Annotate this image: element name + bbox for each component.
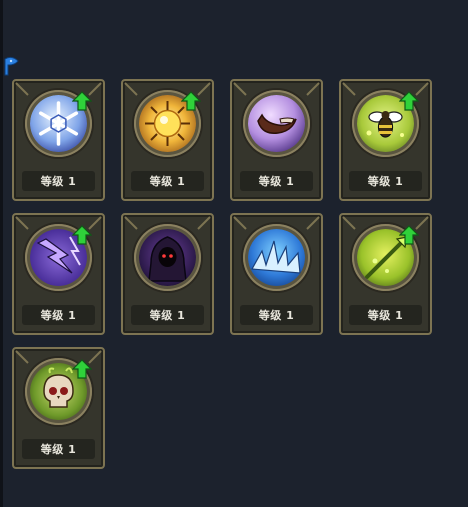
dark-reaper-icon — [139, 229, 196, 286]
upgrade-arrow-icon — [399, 91, 419, 111]
skill-card-golden-light-orb[interactable]: 等级 1 — [121, 79, 214, 201]
skill-level-label: 等级 1 — [349, 305, 422, 325]
skill-card-toxic-skull[interactable]: 等级 1 — [12, 347, 105, 469]
skill-card-ice-shards[interactable]: 等级 1 — [230, 213, 323, 335]
skill-level-label: 等级 1 — [131, 305, 204, 325]
skill-card-poison-spear[interactable]: 等级 1 — [339, 213, 432, 335]
skill-orb-frame — [134, 224, 201, 291]
skill-card-purple-lightning[interactable]: 等级 1 — [12, 213, 105, 335]
skill-level-label: 等级 1 — [22, 439, 95, 459]
skill-orb-frame — [243, 224, 310, 291]
upgrade-arrow-icon — [72, 91, 92, 111]
skill-card-dark-reaper[interactable]: 等级 1 — [121, 213, 214, 335]
skill-level-label: 等级 1 — [240, 305, 313, 325]
upgrade-arrow-icon — [181, 91, 201, 111]
skill-orb-frame — [243, 90, 310, 157]
blue-flag-marker-icon — [4, 56, 19, 76]
skill-card-ice-snowflake[interactable]: 等级 1 — [12, 79, 105, 201]
ice-shards-icon — [248, 229, 305, 286]
skill-card-boomerang-blade[interactable]: 等级 1 — [230, 79, 323, 201]
skill-level-label: 等级 1 — [349, 171, 422, 191]
boomerang-blade-icon — [248, 95, 305, 152]
skill-card-firefly-bee[interactable]: 等级 1 — [339, 79, 432, 201]
skill-level-label: 等级 1 — [240, 171, 313, 191]
upgrade-arrow-icon — [399, 225, 419, 245]
skill-level-label: 等级 1 — [22, 305, 95, 325]
skill-level-label: 等级 1 — [131, 171, 204, 191]
skill-grid: 等级 1 等级 1 等级 1 等级 1 等级 1 等级 1 等级 1 等级 1 … — [12, 79, 432, 469]
upgrade-arrow-icon — [72, 225, 92, 245]
skill-level-label: 等级 1 — [22, 171, 95, 191]
upgrade-arrow-icon — [72, 359, 92, 379]
window-left-edge — [0, 0, 3, 507]
